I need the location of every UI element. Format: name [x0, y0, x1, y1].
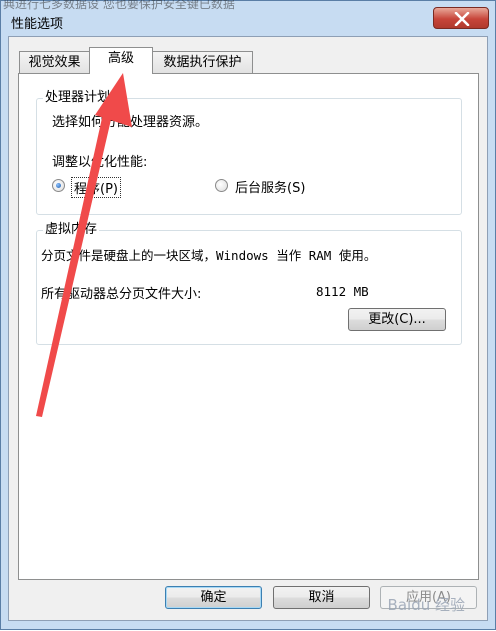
performance-options-window: 典进行七多数据设 您也要保护安全键已数据 性能选项 视觉效果 高级 数据执行保护…	[0, 0, 496, 630]
total-paging-size-label: 所有驱动器总分页文件大小:	[41, 287, 202, 302]
virtual-memory-description-text: 分页文件是硬盘上的一块区域，Windows 当作 RAM 使用。	[41, 248, 377, 263]
total-paging-size-value: 8112 MB	[316, 284, 369, 299]
processor-scheduling-group: 处理器计划 选择如何分配处理器资源。 调整以优化性能: 程序(P) 后台服务(S…	[36, 90, 462, 215]
advanced-tab-panel: 处理器计划 选择如何分配处理器资源。 调整以优化性能: 程序(P) 后台服务(S…	[18, 73, 479, 580]
virtual-memory-description: 分页文件是硬盘上的一块区域，Windows 当作 RAM 使用。	[41, 245, 376, 264]
title-bar[interactable]: 性能选项	[1, 1, 495, 35]
processor-scheduling-label: 处理器计划	[43, 90, 113, 106]
window-title: 性能选项	[11, 17, 64, 32]
close-icon	[454, 12, 470, 26]
virtual-memory-group: 虚拟内存 分页文件是硬盘上的一块区域，Windows 当作 RAM 使用。 所有…	[36, 222, 462, 345]
processor-description: 选择如何分配处理器资源。	[52, 115, 209, 130]
virtual-memory-label: 虚拟内存	[43, 222, 100, 238]
adjust-performance-label: 调整以优化性能:	[52, 155, 148, 170]
tab-visual-effects[interactable]: 视觉效果	[19, 51, 90, 73]
programs-radio-label[interactable]: 程序(P)	[71, 177, 121, 198]
background-services-radio[interactable]	[215, 179, 228, 192]
programs-radio[interactable]	[52, 179, 65, 192]
tab-advanced[interactable]: 高级	[89, 47, 153, 74]
change-paging-file-button[interactable]: 更改(C)...	[348, 308, 446, 331]
watermark: Baidu 经验	[387, 596, 465, 614]
ok-button[interactable]: 确定	[165, 586, 262, 609]
cancel-button[interactable]: 取消	[273, 586, 370, 609]
background-services-radio-label[interactable]: 后台服务(S)	[235, 177, 305, 196]
tab-data-execution-prevention[interactable]: 数据执行保护	[152, 51, 253, 73]
close-button[interactable]	[433, 7, 489, 29]
